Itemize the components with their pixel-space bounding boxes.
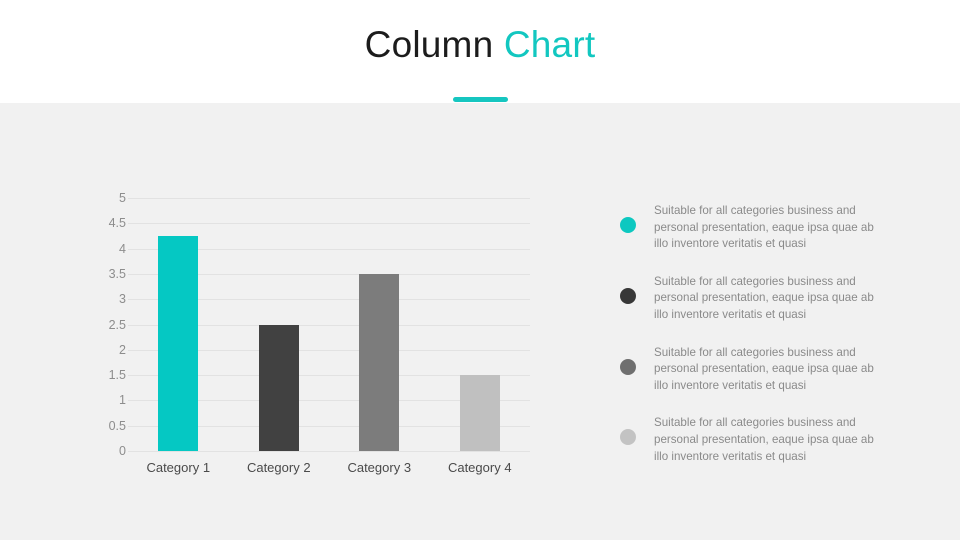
page-title-accent: Chart <box>503 24 596 65</box>
gridline <box>128 451 530 452</box>
chart-legend: Suitable for all categories business and… <box>620 203 890 486</box>
chart-x-axis: Category 1 Category 2 Category 3 Category 4 <box>128 460 530 482</box>
y-axis-tick-label: 4.5 <box>108 216 126 231</box>
slide: Column Chart 5 4.5 4 3.5 3 2.5 2 1.5 1 0.5 0 Categ… <box>0 0 960 540</box>
x-axis-category-label: Category 4 <box>447 460 512 475</box>
y-axis-tick-label: 5 <box>119 191 126 205</box>
legend-item-label: Suitable for all categories business and… <box>654 345 874 392</box>
y-axis-tick-label: 3 <box>119 292 126 307</box>
content-panel: 5 4.5 4 3.5 3 2.5 2 1.5 1 0.5 0 Category 1 Category… <box>0 103 960 540</box>
legend-bullet-icon <box>620 358 636 375</box>
chart-bars <box>128 198 530 451</box>
legend-item: Suitable for all categories business and… <box>620 415 890 465</box>
y-axis-tick-label: 4 <box>119 241 126 256</box>
y-axis-tick-label: 0.5 <box>108 418 126 433</box>
page-title: Column Chart <box>365 26 596 77</box>
slide-header: Column Chart <box>0 0 960 103</box>
legend-item-label: Suitable for all categories business and… <box>654 274 874 321</box>
chart-bar <box>258 324 299 451</box>
legend-item: Suitable for all categories business and… <box>620 274 890 324</box>
y-axis-tick-label: 2 <box>119 342 126 357</box>
legend-bullet-icon <box>620 217 636 233</box>
legend-bullet-icon <box>620 429 636 446</box>
page-title-primary: Column <box>364 24 504 65</box>
legend-item: Suitable for all categories business and… <box>620 203 890 253</box>
y-axis-tick-label: 0 <box>119 444 126 458</box>
legend-item-label: Suitable for all categories business and… <box>654 204 874 251</box>
chart-bar <box>359 273 400 451</box>
y-axis-tick-label: 2.5 <box>108 317 126 332</box>
chart-bar <box>459 375 500 451</box>
chart-bar <box>158 235 199 451</box>
title-underline-accent <box>453 97 508 102</box>
legend-bullet-icon <box>620 287 636 304</box>
y-axis-tick-label: 1 <box>119 393 126 408</box>
chart-plot-area: 5 4.5 4 3.5 3 2.5 2 1.5 1 0.5 0 <box>109 191 530 458</box>
y-axis-tick-label: 1.5 <box>108 368 126 383</box>
legend-item-label: Suitable for all categories business and… <box>654 416 874 463</box>
column-chart: 5 4.5 4 3.5 3 2.5 2 1.5 1 0.5 0 Category 1 Category… <box>70 188 540 493</box>
legend-item: Suitable for all categories business and… <box>620 345 890 395</box>
y-axis-tick-label: 3.5 <box>108 266 126 281</box>
